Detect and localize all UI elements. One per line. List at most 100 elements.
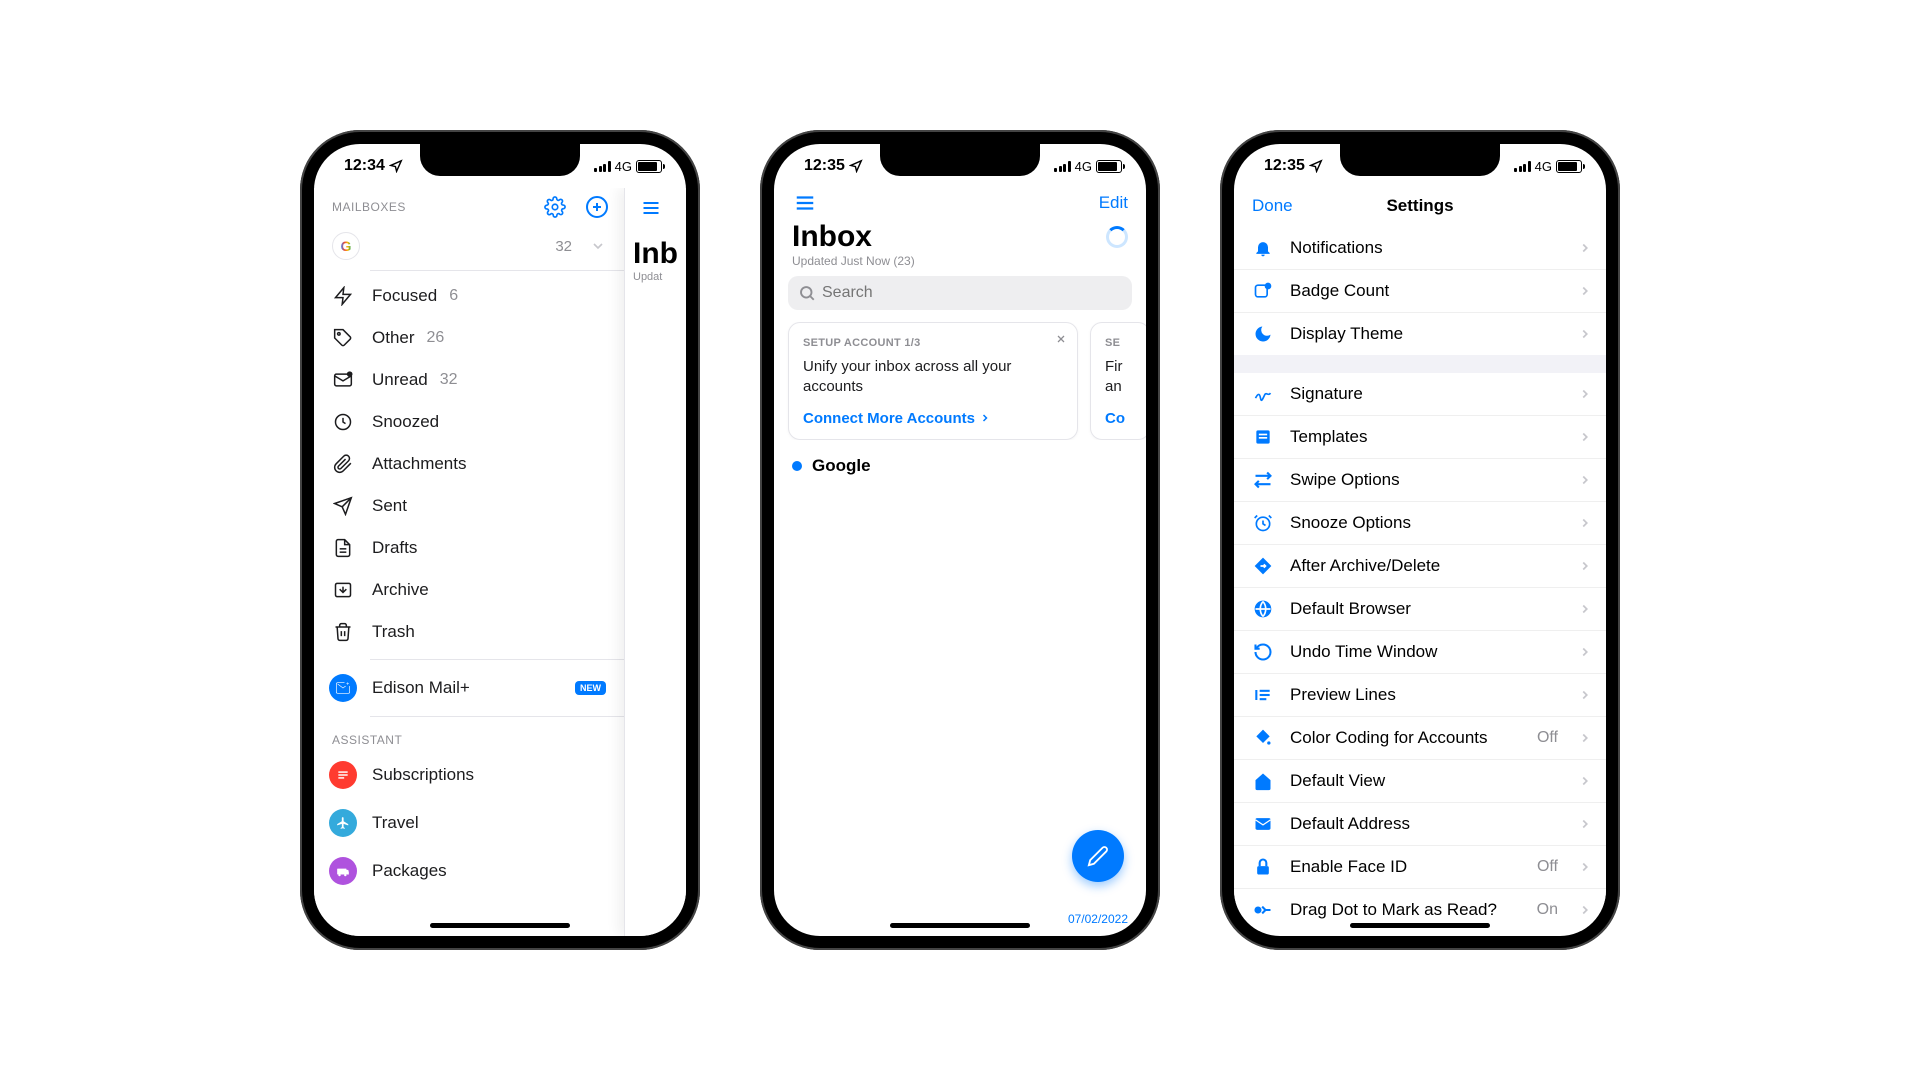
sidebar: MAILBOXES G 32 (314, 188, 624, 936)
home-indicator[interactable] (430, 923, 570, 928)
date-label: 07/02/2022 (1068, 912, 1128, 926)
card-cta-label: Connect More Accounts (803, 410, 975, 427)
sidebar-item-other[interactable]: Other 26 (314, 317, 624, 359)
settings-row-undo[interactable]: Undo Time Window (1234, 630, 1606, 673)
gear-icon (544, 196, 566, 218)
settings-gear-button[interactable] (542, 194, 568, 220)
search-input[interactable] (788, 276, 1132, 310)
settings-label: Default Browser (1290, 599, 1562, 619)
settings-row-templates[interactable]: Templates (1234, 415, 1606, 458)
sidebar-item-trash[interactable]: Trash (314, 611, 624, 653)
plus-circle-icon (585, 195, 609, 219)
done-button[interactable]: Done (1252, 196, 1293, 216)
sidebar-item-travel[interactable]: Travel (314, 799, 624, 847)
settings-row-after-archive[interactable]: After Archive/Delete (1234, 544, 1606, 587)
settings-label: Templates (1290, 427, 1562, 447)
sidebar-item-sent[interactable]: Sent (314, 485, 624, 527)
settings-label: Default Address (1290, 814, 1562, 834)
sidebar-item-premium[interactable]: + Edison Mail+ NEW (314, 660, 624, 716)
send-icon (333, 496, 353, 516)
settings-row-notifications[interactable]: Notifications (1234, 227, 1606, 269)
settings-row-color-coding[interactable]: Color Coding for Accounts Off (1234, 716, 1606, 759)
chevron-right-icon (1578, 387, 1592, 401)
phone-mockup-1: 12:34 4G MAILBOXES (300, 130, 700, 950)
network-label: 4G (1535, 159, 1552, 174)
inbox-title: Inbox (792, 220, 872, 254)
sidebar-item-archive[interactable]: Archive (314, 569, 624, 611)
location-icon (849, 159, 863, 173)
settings-list[interactable]: Notifications Badge Count Display Theme … (1234, 227, 1606, 936)
notch (420, 144, 580, 176)
settings-label: Undo Time Window (1290, 642, 1562, 662)
account-selector[interactable]: G 32 (314, 224, 624, 270)
settings-value: Off (1537, 729, 1558, 747)
chevron-right-icon (1578, 774, 1592, 788)
undo-icon (1253, 642, 1273, 662)
settings-label: After Archive/Delete (1290, 556, 1562, 576)
bell-icon (1253, 238, 1273, 258)
envelope-dot-icon (333, 370, 353, 390)
settings-row-snooze[interactable]: Snooze Options (1234, 501, 1606, 544)
chevron-right-icon (1578, 516, 1592, 530)
add-account-button[interactable] (584, 194, 610, 220)
setup-card[interactable]: SETUP ACCOUNT 1/3 Unify your inbox acros… (788, 322, 1078, 440)
card-cta[interactable]: Connect More Accounts (803, 410, 1063, 427)
mail-plus-icon: + (329, 674, 357, 702)
sidebar-item-label: Snoozed (372, 412, 439, 432)
thread-sender: Google (812, 456, 871, 476)
sidebar-item-unread[interactable]: Unread 32 (314, 359, 624, 401)
peek-subtitle: Updat (633, 271, 686, 283)
home-indicator[interactable] (890, 923, 1030, 928)
assistant-label: Subscriptions (372, 765, 474, 785)
sidebar-item-count: 26 (427, 329, 445, 347)
account-unread-count: 32 (555, 238, 572, 255)
card-close-button[interactable] (1055, 333, 1067, 345)
sidebar-item-focused[interactable]: Focused 6 (314, 275, 624, 317)
search-field[interactable] (822, 284, 1122, 302)
battery-icon (1556, 160, 1582, 173)
sidebar-item-label: Sent (372, 496, 407, 516)
settings-row-default-view[interactable]: Default View (1234, 759, 1606, 802)
packages-icon (329, 857, 357, 885)
sidebar-item-packages[interactable]: Packages (314, 847, 624, 895)
chevron-right-icon (1578, 602, 1592, 616)
notch (880, 144, 1040, 176)
chevron-right-icon (979, 412, 991, 424)
settings-row-faceid[interactable]: Enable Face ID Off (1234, 845, 1606, 888)
menu-button[interactable] (633, 194, 669, 222)
edit-button[interactable]: Edit (1099, 193, 1128, 213)
settings-row-browser[interactable]: Default Browser (1234, 587, 1606, 630)
tag-icon (333, 328, 353, 348)
signal-icon (1054, 161, 1071, 172)
menu-button[interactable] (792, 192, 818, 214)
alarm-icon (1253, 513, 1273, 533)
settings-row-badge[interactable]: Badge Count (1234, 269, 1606, 312)
settings-row-preview[interactable]: Preview Lines (1234, 673, 1606, 716)
setup-card-next[interactable]: SE Fir an Co (1090, 322, 1146, 440)
home-indicator[interactable] (1350, 923, 1490, 928)
chevron-right-icon (1578, 241, 1592, 255)
assistant-label: Travel (372, 813, 419, 833)
sidebar-item-drafts[interactable]: Drafts (314, 527, 624, 569)
sidebar-item-attachments[interactable]: Attachments (314, 443, 624, 485)
settings-row-default-address[interactable]: Default Address (1234, 802, 1606, 845)
sidebar-item-subscriptions[interactable]: Subscriptions (314, 751, 624, 799)
travel-icon (329, 809, 357, 837)
subscriptions-icon (329, 761, 357, 789)
status-time: 12:35 (804, 157, 845, 175)
card-step: SETUP ACCOUNT 1/3 (803, 337, 1063, 349)
settings-row-signature[interactable]: Signature (1234, 373, 1606, 415)
swap-icon (1253, 470, 1273, 490)
compose-button[interactable] (1072, 830, 1124, 882)
archive-icon (333, 580, 353, 600)
home-icon (1253, 771, 1273, 791)
email-thread-row[interactable]: Google (774, 440, 1146, 492)
settings-row-swipe[interactable]: Swipe Options (1234, 458, 1606, 501)
settings-row-theme[interactable]: Display Theme (1234, 312, 1606, 355)
settings-label: Swipe Options (1290, 470, 1562, 490)
sidebar-item-label: Other (372, 328, 415, 348)
sidebar-item-snoozed[interactable]: Snoozed (314, 401, 624, 443)
settings-value: On (1537, 901, 1558, 919)
peek-title: Inb (633, 237, 686, 271)
card-cta[interactable]: Co (1105, 410, 1135, 427)
